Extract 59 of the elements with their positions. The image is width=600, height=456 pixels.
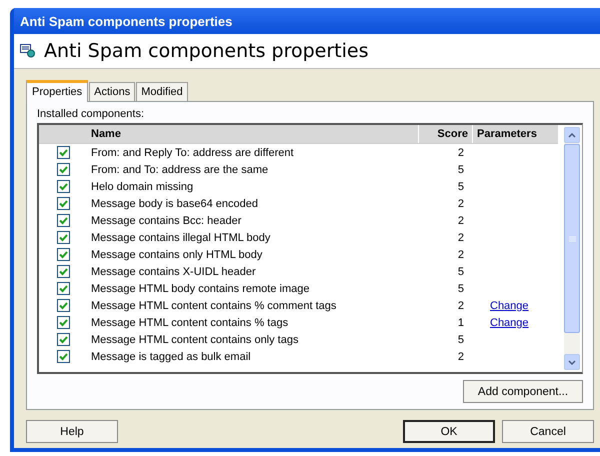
checkbox[interactable] bbox=[57, 316, 70, 329]
scroll-thumb[interactable] bbox=[564, 144, 580, 333]
component-name: Message body is base64 encoded bbox=[90, 198, 259, 210]
cancel-button[interactable]: Cancel bbox=[502, 420, 594, 443]
score-cell-text: 2 bbox=[456, 214, 465, 226]
checkbox[interactable] bbox=[57, 231, 70, 244]
checkbox[interactable] bbox=[57, 265, 70, 278]
scrollbar[interactable] bbox=[564, 127, 580, 370]
add-component-button[interactable]: Add component... bbox=[463, 380, 583, 403]
component-name: Message HTML body contains remote image bbox=[90, 282, 310, 294]
checkbox[interactable] bbox=[57, 197, 70, 210]
checkbox[interactable] bbox=[57, 282, 70, 295]
component-name: Message contains only HTML body bbox=[90, 248, 264, 260]
list-label: Installed components: bbox=[37, 108, 146, 120]
dialog-heading: Anti Spam components properties bbox=[44, 40, 369, 62]
component-name: Message is tagged as bulk email bbox=[90, 350, 252, 362]
score-cell-text: 2 bbox=[456, 350, 465, 362]
score-cell-text: 5 bbox=[456, 282, 465, 294]
component-name: Message contains illegal HTML body bbox=[90, 232, 272, 244]
component-name: Message HTML content contains % tags bbox=[90, 316, 290, 328]
score-cell-text: 1 bbox=[456, 316, 465, 328]
score-cell-text: 2 bbox=[456, 198, 465, 210]
component-name: From: and Reply To: address are different bbox=[90, 146, 295, 158]
change-link[interactable]: Change bbox=[490, 300, 529, 312]
score-cell-text: 2 bbox=[456, 300, 465, 312]
component-name: Message contains X-UIDL header bbox=[90, 266, 257, 278]
help-button[interactable]: Help bbox=[26, 420, 118, 443]
scroll-up-icon[interactable] bbox=[564, 127, 580, 143]
column-header[interactable]: Score bbox=[418, 125, 472, 143]
score-cell-text: 2 bbox=[456, 146, 465, 158]
column-header[interactable]: Name bbox=[85, 125, 418, 143]
checkbox[interactable] bbox=[57, 248, 70, 261]
score-cell-text: 5 bbox=[456, 180, 465, 192]
component-name: From: and To: address are the same bbox=[90, 164, 270, 176]
properties-icon bbox=[20, 44, 36, 58]
checkbox[interactable] bbox=[57, 180, 70, 193]
tab[interactable]: Properties bbox=[26, 80, 88, 102]
component-name: Helo domain missing bbox=[90, 180, 194, 192]
checkbox[interactable] bbox=[57, 214, 70, 227]
ok-button[interactable]: OK bbox=[403, 420, 495, 443]
checkbox[interactable] bbox=[57, 299, 70, 312]
score-cell-text: 2 bbox=[456, 248, 465, 260]
score-cell-text: 5 bbox=[456, 334, 465, 346]
change-link[interactable]: Change bbox=[490, 316, 529, 328]
checkbox[interactable] bbox=[57, 350, 70, 363]
window-title: Anti Spam components properties bbox=[20, 14, 232, 28]
component-name: Message HTML content contains only tags bbox=[90, 334, 300, 346]
checkbox[interactable] bbox=[57, 163, 70, 176]
tab[interactable]: Modified bbox=[136, 82, 188, 101]
checkbox[interactable] bbox=[57, 333, 70, 346]
score-cell-text: 2 bbox=[456, 232, 465, 244]
component-name: Message contains Bcc: header bbox=[90, 214, 242, 226]
scroll-down-icon[interactable] bbox=[564, 354, 580, 370]
column-header[interactable]: Parameters bbox=[472, 125, 558, 143]
score-cell-text: 5 bbox=[456, 266, 465, 278]
component-name: Message HTML content contains % comment tags bbox=[90, 300, 338, 312]
checkbox[interactable] bbox=[57, 146, 70, 159]
score-cell-text: 5 bbox=[456, 164, 465, 176]
tab[interactable]: Actions bbox=[89, 82, 136, 101]
